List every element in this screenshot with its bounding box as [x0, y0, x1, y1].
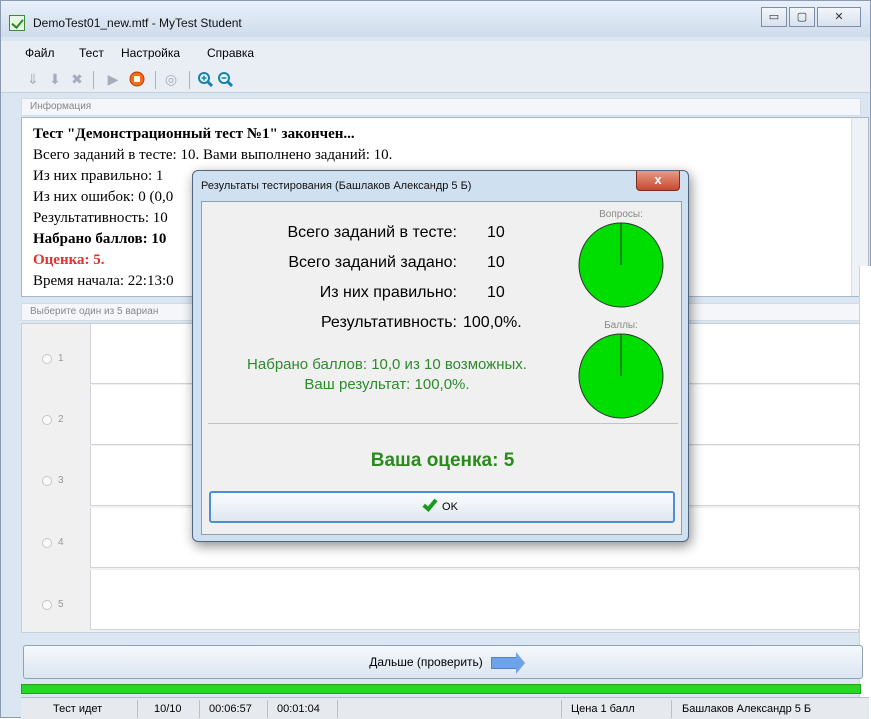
- stat-label: Результативность:: [320, 314, 457, 331]
- grade-text: Ваша оценка: 5: [370, 450, 515, 471]
- status-count: 10/10: [154, 703, 182, 715]
- stat-label: Всего заданий в тесте:: [287, 224, 457, 241]
- status-price: Цена 1 балл: [571, 703, 635, 715]
- stat-value: 100,0%.: [463, 314, 522, 331]
- radio-button[interactable]: [42, 538, 52, 548]
- status-elapsed: 00:06:57: [209, 703, 252, 715]
- play-icon[interactable]: ▶: [105, 71, 121, 87]
- ok-label: OK: [442, 501, 458, 513]
- next-button-label: Дальше (проверить): [369, 655, 483, 669]
- score-pie-chart: [578, 333, 664, 419]
- radio-button[interactable]: [42, 476, 52, 486]
- info-line: Тест "Демонстрационный тест №1" закончен…: [33, 126, 355, 142]
- zoom-in-icon[interactable]: [197, 71, 214, 88]
- menu-bar: Файл Тест Настройка Справка: [1, 41, 870, 63]
- radio-button[interactable]: [42, 354, 52, 364]
- option-text: [90, 570, 860, 630]
- info-header: Информация: [21, 98, 861, 116]
- menu-help[interactable]: Справка: [207, 46, 254, 60]
- result-summary: Ваш результат: 100,0%.: [304, 376, 470, 393]
- app-check-icon: [9, 15, 25, 31]
- menu-test[interactable]: Тест: [79, 46, 104, 60]
- dialog-body: Всего заданий в тесте: 10 Всего заданий …: [201, 201, 682, 535]
- option-number: 1: [58, 353, 64, 364]
- right-arrow-icon: [490, 651, 525, 674]
- status-remaining: 00:01:04: [277, 703, 320, 715]
- stop-icon[interactable]: [129, 71, 145, 87]
- score-pie-label: Баллы:: [604, 320, 638, 331]
- delete-icon[interactable]: ✖: [69, 71, 85, 87]
- stat-value: 10: [487, 224, 505, 241]
- download-icon[interactable]: ⇓: [25, 71, 41, 87]
- stat-value: 10: [487, 254, 505, 271]
- zoom-out-icon[interactable]: [217, 71, 234, 88]
- option-number: 2: [58, 414, 64, 425]
- status-user: Башлаков Александр 5 Б: [682, 703, 812, 715]
- status-bar: Тест идет 10/10 00:06:57 00:01:04 Цена 1…: [21, 697, 869, 719]
- title-bar: DemoTest01_new.mtf - MyTest Student ▭ ▢ …: [1, 1, 870, 37]
- status-state: Тест идет: [53, 703, 103, 715]
- stat-label: Всего заданий задано:: [288, 254, 457, 271]
- toolbar: ⇓ ⬇ ✖ ▶ ◎: [1, 63, 870, 93]
- menu-file[interactable]: Файл: [25, 46, 55, 60]
- window-title: DemoTest01_new.mtf - MyTest Student: [33, 16, 242, 30]
- ok-button[interactable]: OK: [209, 491, 675, 523]
- results-dialog: Результаты тестирования (Башлаков Алекса…: [192, 170, 689, 542]
- score-summary: Набрано баллов: 10,0 из 10 возможных.: [247, 356, 527, 373]
- dialog-title: Результаты тестирования (Башлаков Алекса…: [201, 180, 472, 192]
- down-arrow-icon[interactable]: ⬇: [47, 71, 63, 87]
- radio-button[interactable]: [42, 415, 52, 425]
- dialog-close-button[interactable]: x: [636, 171, 680, 191]
- option-number: 3: [58, 475, 64, 486]
- option-row[interactable]: 5: [22, 570, 860, 631]
- close-button[interactable]: ✕: [817, 7, 861, 27]
- info-line: Всего заданий в тесте: 10. Вами выполнен…: [33, 147, 393, 163]
- maximize-button[interactable]: ▢: [789, 7, 815, 27]
- option-number: 5: [58, 599, 64, 610]
- progress-bar: [21, 684, 861, 694]
- minimize-button[interactable]: ▭: [761, 7, 787, 27]
- menu-settings[interactable]: Настройка: [121, 46, 180, 60]
- divider: [208, 423, 678, 424]
- questions-pie-chart: [578, 222, 664, 308]
- stat-value: 10: [487, 284, 505, 301]
- radio-button[interactable]: [42, 600, 52, 610]
- option-number: 4: [58, 537, 64, 548]
- stat-label: Из них правильно:: [319, 284, 457, 301]
- questions-pie-label: Вопросы:: [599, 209, 643, 220]
- next-check-button[interactable]: Дальше (проверить): [23, 645, 863, 679]
- pause-icon[interactable]: ◎: [163, 71, 179, 87]
- checkmark-icon: [422, 496, 438, 513]
